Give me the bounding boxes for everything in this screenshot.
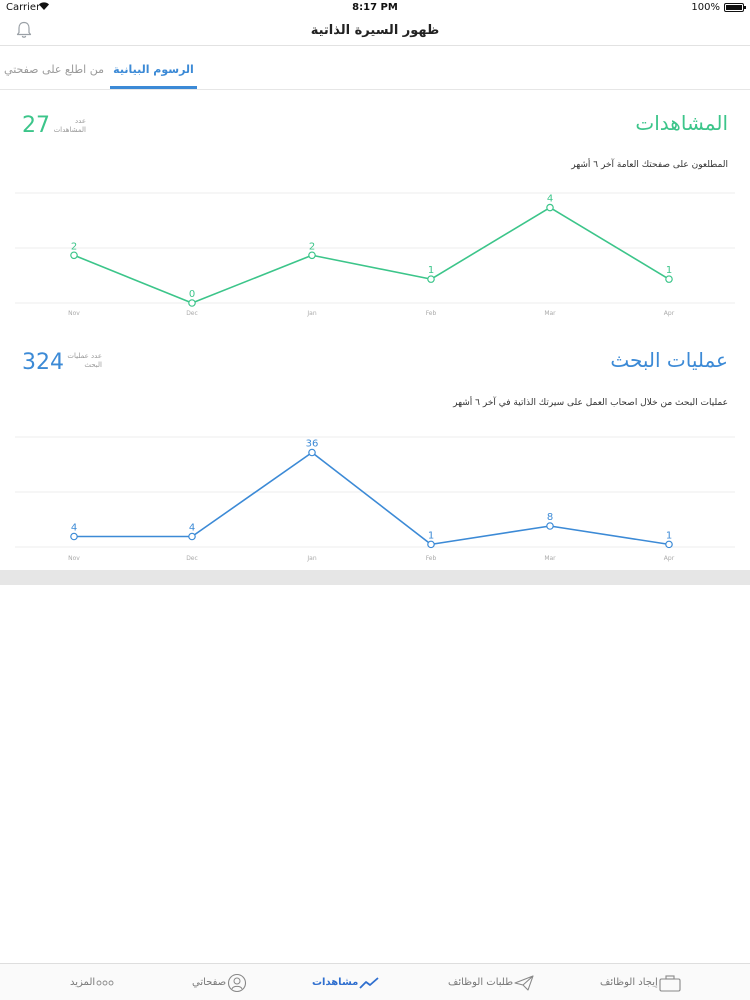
paper-plane-icon bbox=[513, 974, 535, 992]
views-x-tick-label: Apr bbox=[664, 310, 675, 317]
tabbar-find-jobs-label: إيجاد الوظائف bbox=[600, 977, 658, 988]
searches-data-point bbox=[427, 540, 435, 549]
page-title: ظهور السيرة الذاتية bbox=[310, 23, 440, 38]
views-data-label: 1 bbox=[428, 265, 434, 276]
battery-icon bbox=[724, 3, 746, 12]
views-subtitle: المطلعون على صفحتك العامة آخر ٦ أشهر bbox=[571, 160, 728, 170]
searches-x-tick-label: Nov bbox=[68, 555, 80, 562]
more-dots-icon bbox=[95, 978, 115, 988]
tabbar-views-label: مشاهدات bbox=[312, 977, 359, 988]
views-data-point bbox=[546, 203, 554, 212]
views-count-label: عدد المشاهدات bbox=[53, 117, 86, 134]
searches-data-label: 36 bbox=[306, 439, 319, 450]
searches-data-label: 1 bbox=[666, 530, 672, 541]
views-data-label: 0 bbox=[189, 289, 195, 300]
views-data-label: 2 bbox=[71, 241, 77, 252]
tabbar-find-jobs[interactable]: إيجاد الوظائف bbox=[600, 964, 688, 1000]
searches-data-point bbox=[308, 448, 316, 457]
status-bar: Carrier 8:17 PM 100% bbox=[0, 0, 750, 16]
views-data-label: 4 bbox=[547, 194, 553, 205]
views-x-tick-label: Dec bbox=[186, 310, 198, 317]
searches-data-point bbox=[188, 532, 196, 541]
views-series-line bbox=[73, 206, 670, 304]
views-x-tick-label: Nov bbox=[68, 310, 80, 317]
views-data-label: 2 bbox=[309, 241, 315, 252]
tabbar-views[interactable]: مشاهدات bbox=[312, 964, 386, 1000]
briefcase-icon bbox=[658, 974, 682, 992]
tabbar-job-applications-label: طلبات الوظائف bbox=[448, 977, 514, 988]
searches-data-point bbox=[70, 532, 78, 541]
searches-count: 324 bbox=[22, 350, 64, 375]
trend-line-icon bbox=[358, 974, 380, 992]
views-data-point bbox=[665, 275, 673, 283]
tabbar-my-profile[interactable]: صفحاتي bbox=[192, 964, 254, 1000]
views-chart: 2 Nov 0 Dec 2 Jan 1 Feb 4 Mar 1 Apr bbox=[15, 192, 735, 317]
active-tab-indicator bbox=[110, 86, 197, 89]
searches-x-tick-label: Apr bbox=[664, 555, 675, 562]
tabbar-more-label: المزيد bbox=[70, 977, 96, 988]
searches-data-label: 4 bbox=[71, 523, 77, 534]
profile-icon bbox=[226, 973, 248, 993]
searches-x-tick-label: Mar bbox=[544, 555, 556, 562]
searches-title: عمليات البحث bbox=[610, 348, 728, 372]
clock: 8:17 PM bbox=[352, 2, 398, 13]
battery-percent: 100% bbox=[691, 2, 720, 13]
searches-data-label: 4 bbox=[189, 523, 195, 534]
views-data-point bbox=[188, 299, 196, 307]
views-data-point bbox=[70, 251, 78, 260]
views-data-label: 1 bbox=[666, 265, 672, 276]
tab-charts[interactable]: الرسوم البيانية bbox=[110, 63, 197, 76]
views-title: المشاهدات bbox=[635, 111, 728, 135]
searches-data-point bbox=[665, 540, 673, 549]
searches-data-label: 8 bbox=[547, 512, 553, 523]
searches-series-line bbox=[74, 451, 670, 546]
searches-chart: 4 Nov 4 Dec 36 Jan 1 Feb 8 Mar 1 Apr bbox=[15, 436, 735, 562]
searches-count-label: عدد عمليات البحث bbox=[67, 352, 102, 369]
views-x-tick-label: Jan bbox=[306, 310, 316, 317]
searches-subtitle: عمليات البحث من خلال اصحاب العمل على سير… bbox=[453, 398, 728, 408]
bottom-tab-bar: إيجاد الوظائف طلبات الوظائف مشاهدات صفحا… bbox=[0, 963, 750, 1000]
tabbar-job-applications[interactable]: طلبات الوظائف bbox=[448, 964, 541, 1000]
views-x-tick-label: Mar bbox=[544, 310, 556, 317]
searches-data-label: 1 bbox=[428, 530, 434, 541]
nav-bar: ظهور السيرة الذاتية bbox=[0, 16, 750, 46]
views-data-point bbox=[308, 251, 316, 260]
tabbar-my-profile-label: صفحاتي bbox=[192, 977, 227, 988]
searches-x-tick-label: Dec bbox=[186, 555, 198, 562]
views-x-tick-label: Feb bbox=[426, 310, 437, 317]
segment-tabs: من اطلع على صفحتي الرسوم البيانية bbox=[0, 47, 750, 90]
views-count: 27 bbox=[22, 113, 50, 138]
tab-who-viewed[interactable]: من اطلع على صفحتي bbox=[0, 63, 108, 76]
searches-x-tick-label: Jan bbox=[306, 555, 316, 562]
section-divider bbox=[0, 570, 750, 585]
searches-data-point bbox=[546, 522, 554, 530]
views-data-point bbox=[427, 275, 435, 283]
searches-x-tick-label: Feb bbox=[426, 555, 437, 562]
tabbar-more[interactable]: المزيد bbox=[70, 964, 121, 1000]
